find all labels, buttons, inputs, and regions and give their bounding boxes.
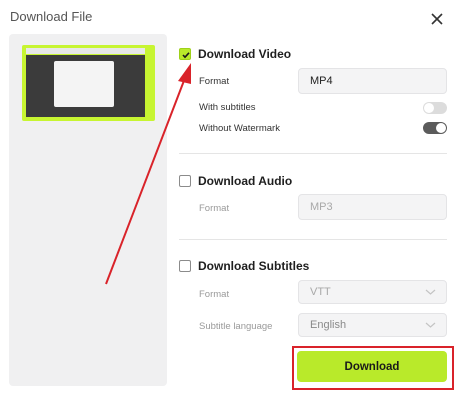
video-format-select[interactable]: MP4 (298, 68, 447, 94)
download-audio-row[interactable]: Download Audio (179, 174, 292, 188)
download-subtitles-label: Download Subtitles (198, 259, 310, 273)
download-button[interactable]: Download (297, 351, 447, 382)
subtitles-format-value: VTT (310, 286, 331, 298)
subtitle-language-value: English (310, 319, 347, 331)
subtitles-format-label: Format (199, 289, 230, 300)
audio-format-value: MP3 (310, 201, 333, 213)
thumbnail-browser-bar (26, 48, 145, 54)
download-subtitles-row[interactable]: Download Subtitles (179, 259, 309, 273)
preview-panel (9, 34, 167, 386)
close-icon[interactable] (428, 10, 446, 28)
video-thumbnail (22, 45, 155, 121)
download-video-row[interactable]: Download Video (179, 47, 291, 61)
audio-format-select[interactable]: MP3 (298, 194, 447, 220)
subtitles-format-select[interactable]: VTT (298, 280, 447, 304)
video-format-value: MP4 (310, 75, 333, 87)
check-icon (182, 52, 190, 59)
thumbnail-page (26, 55, 145, 117)
with-subtitles-label: With subtitles (199, 102, 256, 113)
section-divider (179, 153, 447, 154)
download-subtitles-checkbox[interactable] (179, 260, 191, 272)
chevron-down-icon (425, 322, 436, 328)
download-video-checkbox[interactable] (179, 48, 191, 60)
subtitle-language-select[interactable]: English (298, 313, 447, 337)
toggle-knob (424, 103, 434, 113)
without-watermark-toggle[interactable] (423, 122, 447, 134)
dialog-title: Download File (10, 9, 93, 24)
chevron-down-icon (425, 289, 436, 295)
without-watermark-label: Without Watermark (199, 123, 280, 134)
section-divider (179, 239, 447, 240)
subtitle-language-label: Subtitle language (199, 321, 273, 332)
download-audio-label: Download Audio (198, 174, 293, 188)
video-format-label: Format (199, 76, 230, 87)
toggle-knob (436, 123, 446, 133)
audio-format-label: Format (199, 203, 230, 214)
download-audio-checkbox[interactable] (179, 175, 191, 187)
with-subtitles-toggle[interactable] (423, 102, 447, 114)
download-video-label: Download Video (198, 47, 292, 61)
thumbnail-dialog (54, 61, 114, 107)
